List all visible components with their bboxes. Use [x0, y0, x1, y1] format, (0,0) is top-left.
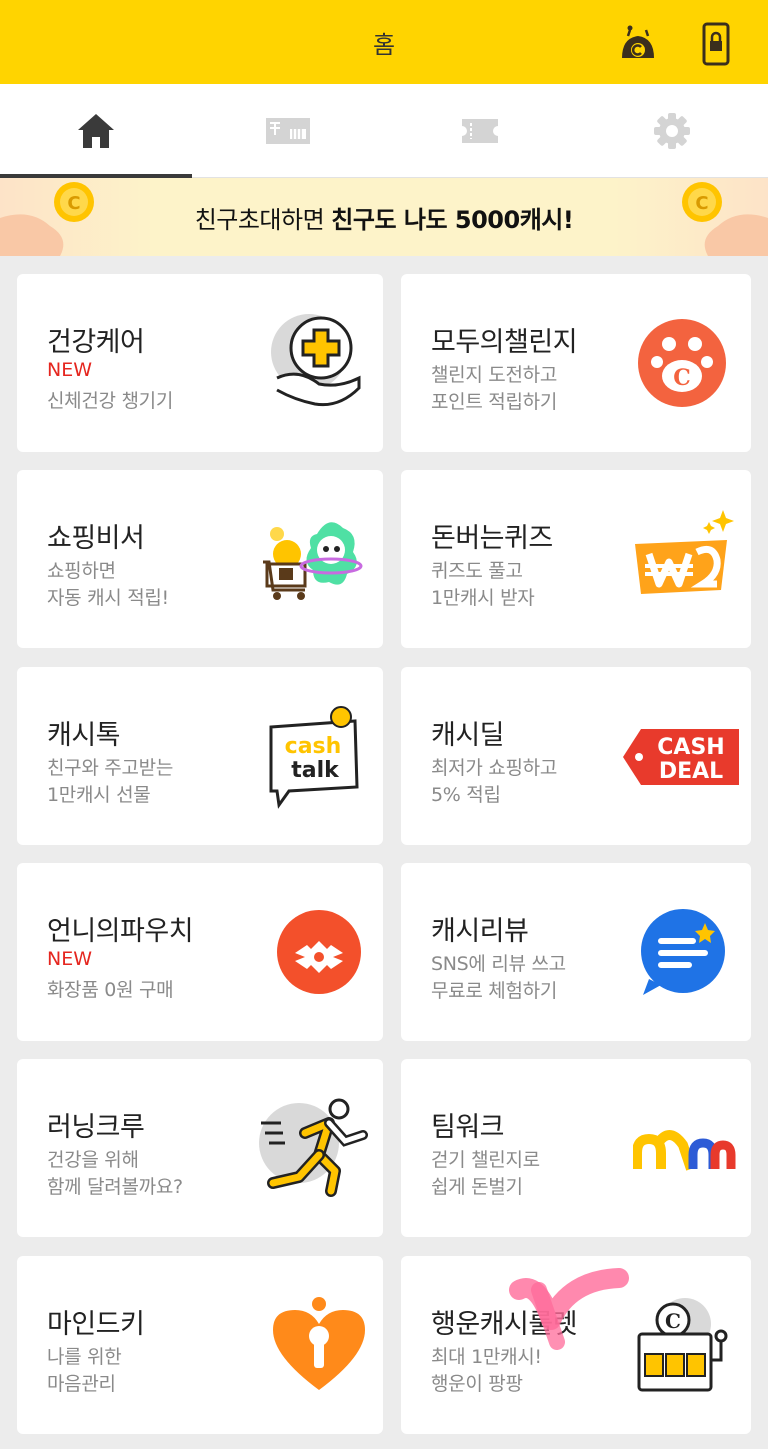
tab-settings[interactable]: [576, 84, 768, 177]
coin-hand-right-icon: C: [682, 182, 768, 256]
tab-home[interactable]: [0, 84, 192, 178]
home-icon: [78, 113, 114, 148]
cash-character-button[interactable]: [616, 22, 660, 66]
banner-text: 친구초대하면 친구도 나도 5000캐시!: [194, 205, 574, 234]
card-subtitle: 건강을 위해: [47, 1149, 139, 1171]
card-shopping-assistant[interactable]: 쇼핑비서 쇼핑하면 자동 캐시 적립!: [17, 470, 383, 648]
card-running-crew[interactable]: 러닝크루 건강을 위해 함께 달려볼까요?: [17, 1059, 383, 1237]
mind-key-heart-icon: [273, 1297, 365, 1390]
cash-character-icon: [622, 25, 654, 58]
card-subtitle: 신체건강 챙기기: [47, 390, 174, 412]
lock-screen-button[interactable]: [694, 22, 738, 66]
card-subtitle-2: 함께 달려볼까요?: [47, 1176, 183, 1198]
tab-ticket[interactable]: [384, 84, 576, 177]
card-subtitle-2: 포인트 적립하기: [431, 391, 558, 413]
card-mind-key[interactable]: 마인드키 나를 위한 마음관리: [17, 1256, 383, 1434]
card-everyone-challenge[interactable]: 모두의챌린지 챌린지 도전하고 포인트 적립하기 C: [401, 274, 751, 452]
card-subtitle-2: 자동 캐시 적립!: [47, 587, 169, 609]
card-title: 모두의챌린지: [431, 327, 578, 358]
review-chat-star-icon: [641, 909, 725, 995]
card-subtitle: 화장품 0원 구매: [47, 979, 174, 1001]
teamwork-arches-icon: [633, 1130, 736, 1171]
card-title: 마인드키: [47, 1309, 145, 1340]
card-subtitle-2: 행운이 팡팡: [431, 1373, 523, 1395]
card-title: 팀워크: [431, 1112, 505, 1143]
card-subtitle-2: 쉽게 돈벌기: [431, 1176, 523, 1198]
card-cash-talk[interactable]: 캐시톡 친구와 주고받는 1만캐시 선물 cash talk: [17, 667, 383, 845]
svg-text:talk: talk: [291, 758, 340, 783]
card-cash-deal[interactable]: 캐시딜 최저가 쇼핑하고 5% 적립 CASH DEAL: [401, 667, 751, 845]
gear-icon: [654, 112, 690, 149]
card-title: 쇼핑비서: [47, 523, 145, 554]
svg-text:C: C: [67, 193, 80, 214]
slot-machine-icon: C: [637, 1298, 728, 1392]
runner-icon: [259, 1098, 368, 1197]
challenge-paw-icon: C: [638, 319, 726, 407]
card-subtitle: 친구와 주고받는: [47, 757, 174, 779]
card-subtitle-2: 무료로 체험하기: [431, 980, 558, 1002]
card-subtitle: 퀴즈도 풀고: [431, 560, 523, 582]
invite-friend-banner[interactable]: C 친구초대하면 친구도 나도 5000캐시! C: [0, 178, 768, 256]
pouch-circle-icon: [277, 910, 361, 994]
card-subtitle-2: 5% 적립: [431, 784, 501, 806]
coupon-icon: [266, 117, 310, 144]
svg-text:C: C: [665, 1309, 681, 1333]
app-header: 홈: [0, 0, 768, 84]
card-lucky-roulette[interactable]: 행운캐시룰렛 최대 1만캐시! 행운이 팡팡 C: [401, 1256, 751, 1434]
cash-talk-bubble-icon: cash talk: [269, 706, 359, 809]
card-subtitle: 챌린지 도전하고: [431, 364, 558, 386]
card-title: 캐시딜: [431, 720, 505, 751]
quiz-won-icon: [635, 510, 734, 594]
card-title: 캐시리뷰: [431, 916, 529, 947]
card-title: 돈버는퀴즈: [431, 523, 553, 554]
svg-text:CASH: CASH: [657, 735, 724, 760]
new-badge: NEW: [47, 948, 93, 970]
card-subtitle: 걷기 챌린지로: [431, 1149, 540, 1171]
card-cash-review[interactable]: 캐시리뷰 SNS에 리뷰 쓰고 무료로 체험하기: [401, 863, 751, 1041]
card-subtitle: 쇼핑하면: [47, 560, 116, 582]
card-title: 언니의파우치: [47, 916, 194, 947]
card-health-care[interactable]: 건강케어 NEW 신체건강 챙기기: [17, 274, 383, 452]
card-title: 캐시톡: [47, 720, 121, 751]
page-title: 홈: [372, 30, 396, 59]
card-subtitle: 최저가 쇼핑하고: [431, 757, 558, 779]
health-care-hand-plus-icon: [271, 314, 361, 407]
card-subtitle-2: 마음관리: [47, 1373, 116, 1395]
cash-deal-tag-icon: CASH DEAL: [623, 729, 739, 785]
card-unnie-pouch[interactable]: 언니의파우치 NEW 화장품 0원 구매: [17, 863, 383, 1041]
lock-phone-icon: [702, 22, 730, 66]
svg-text:cash: cash: [285, 734, 342, 759]
card-subtitle: SNS에 리뷰 쓰고: [431, 953, 566, 975]
ticket-icon: [462, 118, 498, 143]
new-badge: NEW: [47, 359, 93, 381]
tab-coupon[interactable]: [192, 84, 384, 177]
main-tabs: [0, 84, 768, 178]
pink-check-mark-icon: [509, 1268, 629, 1350]
card-subtitle: 나를 위한: [47, 1346, 122, 1368]
svg-text:DEAL: DEAL: [659, 759, 723, 784]
shopping-cart-character-icon: [263, 522, 363, 600]
card-subtitle-2: 1만캐시 선물: [47, 784, 151, 806]
card-teamwork[interactable]: 팀워크 걷기 챌린지로 쉽게 돈벌기: [401, 1059, 751, 1237]
card-title: 러닝크루: [47, 1112, 145, 1143]
card-money-quiz[interactable]: 돈버는퀴즈 퀴즈도 풀고 1만캐시 받자: [401, 470, 751, 648]
card-title: 건강케어: [47, 327, 145, 358]
svg-text:C: C: [673, 365, 691, 391]
card-subtitle-2: 1만캐시 받자: [431, 587, 535, 609]
coin-hand-left-icon: C: [0, 182, 94, 256]
svg-text:C: C: [695, 193, 708, 214]
